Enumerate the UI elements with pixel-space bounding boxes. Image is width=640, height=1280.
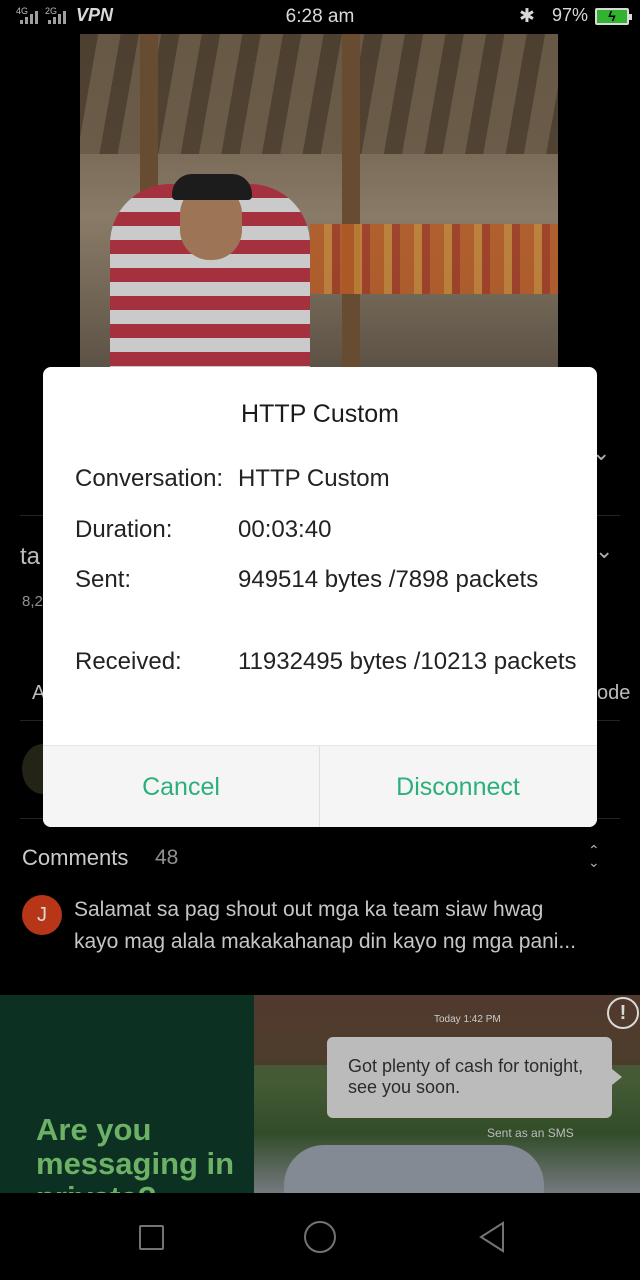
duration-value: 00:03:40	[238, 516, 332, 543]
dialog-title: HTTP Custom	[241, 400, 399, 428]
cancel-button[interactable]: Cancel	[43, 746, 319, 827]
received-label: Received:	[75, 648, 182, 675]
received-value: 11932495 bytes /10213 packets	[238, 648, 577, 675]
sent-value: 949514 bytes /7898 packets	[238, 566, 539, 593]
conversation-label: Conversation:	[75, 465, 224, 492]
conversation-value: HTTP Custom	[238, 465, 390, 492]
disconnect-button[interactable]: Disconnect	[320, 746, 596, 827]
dialog-actions: Cancel Disconnect	[43, 745, 597, 827]
duration-label: Duration:	[75, 516, 173, 543]
connection-info-dialog: HTTP Custom Conversation: HTTP Custom Du…	[43, 367, 597, 827]
sent-label: Sent:	[75, 566, 132, 593]
